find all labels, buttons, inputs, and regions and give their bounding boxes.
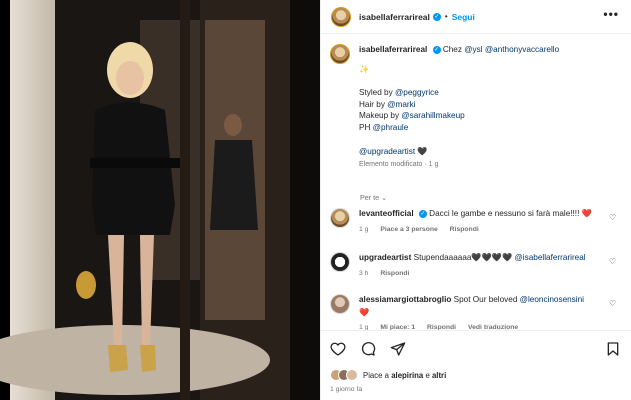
more-options-icon[interactable]: •••	[603, 8, 619, 20]
mention-marki[interactable]: @marki	[387, 100, 415, 109]
comment-item: upgradeartist Stupendaaaaaa🖤🖤🖤🖤 @isabell…	[330, 252, 620, 279]
post-photo-illustration	[0, 0, 320, 400]
likes-others-link[interactable]: altri	[432, 371, 446, 380]
likes-summary: Piace a alepirina e altri	[330, 369, 446, 381]
caption-username[interactable]: isabellaferrarireal	[359, 45, 427, 54]
comment-icon[interactable]	[360, 341, 376, 357]
post-photo[interactable]	[0, 0, 320, 400]
ph-prefix: PH	[359, 122, 371, 132]
mention-peggyrice[interactable]: @peggyrice	[395, 88, 439, 97]
comment-username[interactable]: upgradeartist	[359, 253, 411, 262]
mention-upgradeartist[interactable]: @upgradeartist	[359, 147, 415, 156]
verified-icon: ✓	[418, 209, 427, 218]
likes-prefix: Piace a	[363, 370, 390, 380]
post-caption: isabellaferrarireal ✓ Chez @ysl @anthony…	[330, 44, 620, 171]
caption-text: isabellaferrarireal ✓ Chez @ysl @anthony…	[359, 44, 559, 171]
reply-button[interactable]: Rispondi	[380, 270, 409, 277]
bookmark-icon[interactable]	[605, 341, 621, 357]
heart-emoji: ❤️	[359, 308, 370, 317]
likes-and: e	[425, 370, 430, 380]
separator-dot: •	[444, 12, 448, 21]
caption-line1-prefix: Chez	[442, 45, 462, 54]
mention-anthonyvaccarello[interactable]: @anthonyvaccarello	[485, 45, 559, 54]
comment-time: 1 g	[359, 226, 369, 233]
share-icon[interactable]	[390, 341, 406, 357]
comment-text: Dacci le gambe e nessuno si farà male!!!…	[429, 209, 592, 218]
comment-avatar[interactable]	[330, 208, 350, 228]
edited-meta: Elemento modificato · 1 g	[359, 161, 439, 169]
caption-avatar[interactable]	[330, 44, 350, 64]
comment-like-icon[interactable]: ♡	[609, 213, 616, 222]
comment-like-icon[interactable]: ♡	[609, 257, 616, 266]
comment-username[interactable]: levanteofficial	[359, 209, 414, 218]
reply-button[interactable]: Rispondi	[450, 226, 479, 233]
verified-icon: ✓	[432, 45, 441, 54]
mention-sarahillmakeup[interactable]: @sarahillmakeup	[401, 111, 464, 120]
author-username[interactable]: isabellaferrarireal	[359, 12, 430, 22]
comment-time: 3 h	[359, 270, 369, 277]
verified-icon: ✓	[432, 12, 441, 21]
comment-text: Spot Our beloved	[453, 295, 518, 304]
liker-avatar	[346, 369, 358, 381]
comment-likes[interactable]: Piace a 3 persone	[380, 226, 437, 233]
heart-icon[interactable]	[330, 341, 346, 357]
post-time-ago: 1 giorno fa	[330, 386, 363, 393]
mention-isabellaferrarireal[interactable]: @isabellaferrarireal	[515, 253, 586, 262]
mention-ysl[interactable]: @ysl	[464, 45, 482, 54]
post-footer: Piace a alepirina e altri 1 giorno fa	[320, 330, 631, 400]
hair-prefix: Hair by	[359, 99, 385, 109]
comment-username[interactable]: alessiamargiottabroglio	[359, 295, 451, 304]
comment-avatar[interactable]	[330, 252, 350, 272]
styled-prefix: Styled by	[359, 88, 393, 98]
comment-item: levanteofficial ✓ Dacci le gambe e nessu…	[330, 208, 620, 235]
translation-toggle[interactable]: Per te ⌄	[360, 193, 387, 202]
black-heart-emoji: 🖤	[417, 146, 428, 156]
mention-leoncinosensini[interactable]: @leoncinosensini	[520, 295, 584, 304]
liker-username[interactable]: alepirina	[391, 371, 423, 380]
sparkle-emoji: ✨	[359, 64, 370, 74]
author-avatar[interactable]	[331, 6, 351, 27]
comment-text: Stupendaaaaaa🖤🖤🖤🖤	[413, 253, 513, 262]
follow-button[interactable]: Segui	[452, 12, 475, 22]
comment-item: alessiamargiottabroglio Spot Our beloved…	[330, 294, 620, 333]
post-header: isabellaferrarireal ✓ • Segui •••	[321, 0, 631, 34]
comment-like-icon[interactable]: ♡	[609, 299, 616, 308]
comment-avatar[interactable]	[330, 294, 350, 314]
makeup-prefix: Makeup by	[359, 111, 400, 121]
mention-phraule[interactable]: @phraule	[373, 123, 409, 132]
